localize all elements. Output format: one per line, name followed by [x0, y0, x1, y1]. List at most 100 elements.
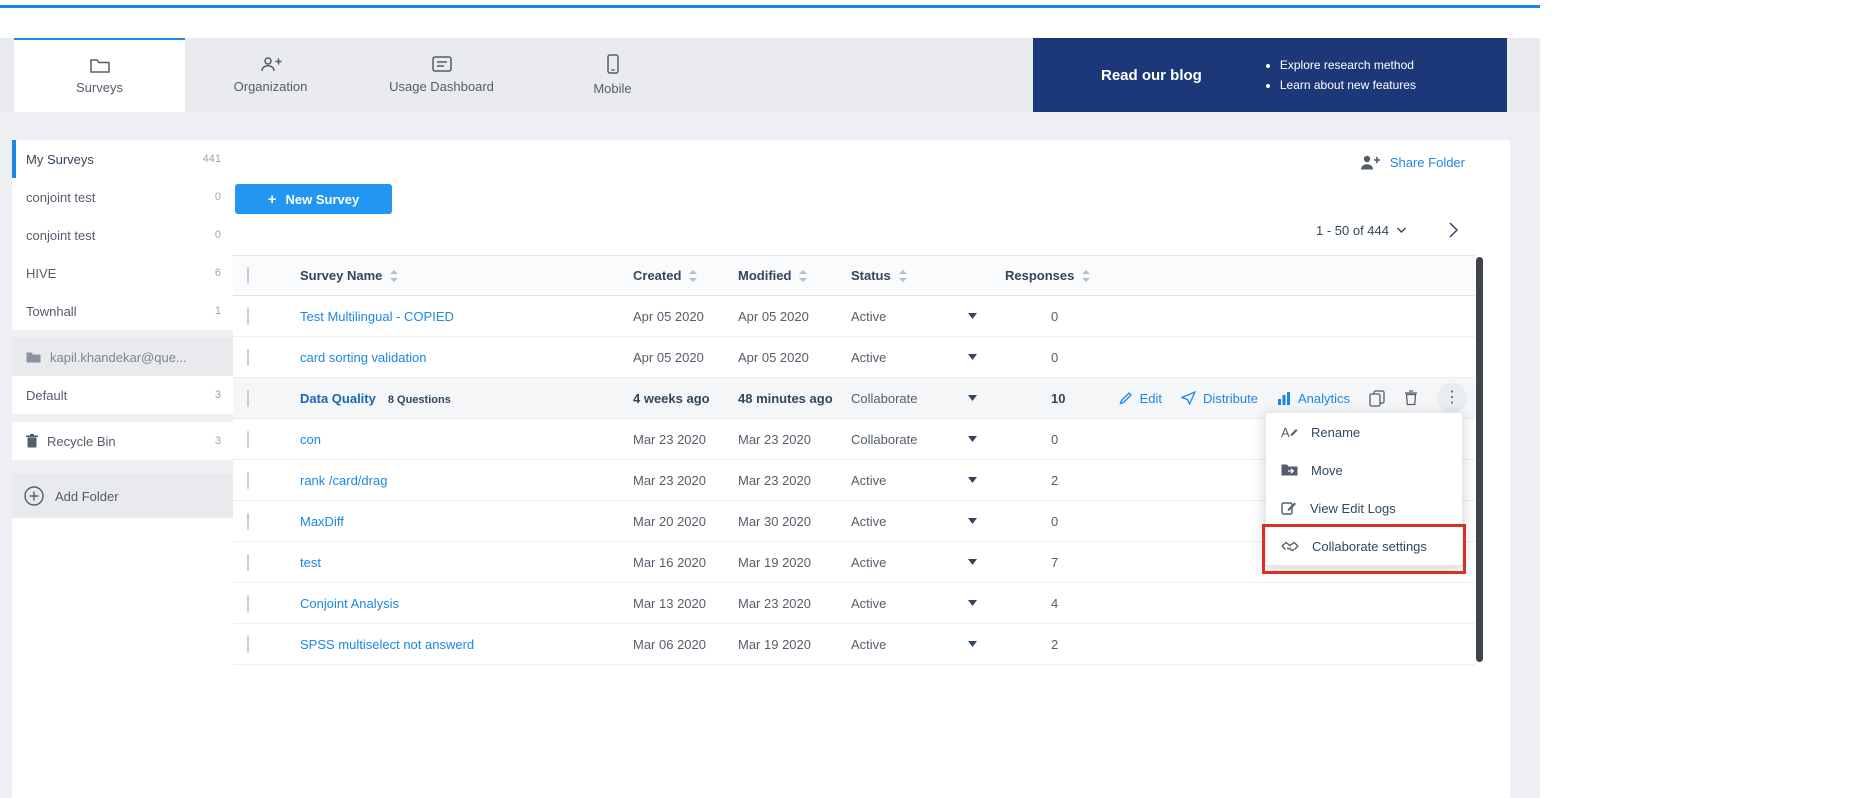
tab-mobile[interactable]: Mobile: [527, 38, 698, 112]
status-dropdown[interactable]: Active: [851, 350, 1005, 365]
survey-name-link[interactable]: SPSS multiselect not answerd: [300, 637, 474, 652]
new-survey-button[interactable]: + New Survey: [235, 184, 392, 214]
more-options-button[interactable]: ⋮: [1437, 383, 1467, 413]
handshake-icon: [1281, 540, 1299, 553]
responses-cell: 7: [1005, 555, 1115, 570]
status-dropdown[interactable]: Active: [851, 596, 1005, 611]
pagination: 1 - 50 of 444: [1316, 218, 1462, 242]
blog-banner[interactable]: Read our blog Explore research method Le…: [1033, 38, 1507, 112]
survey-name-link[interactable]: MaxDiff: [300, 514, 344, 529]
modified-cell: Apr 05 2020: [738, 309, 851, 324]
delete-survey-button[interactable]: [1404, 390, 1418, 406]
add-folder-button[interactable]: Add Folder: [12, 474, 233, 518]
header-status[interactable]: Status: [851, 268, 1005, 283]
table-row: SPSS multiselect not answerd Mar 06 2020…: [233, 624, 1475, 665]
status-label: Active: [851, 309, 886, 324]
responses-cell: 2: [1005, 473, 1115, 488]
menu-item-collaborate-settings[interactable]: Collaborate settings: [1266, 527, 1462, 565]
modified-cell: Mar 19 2020: [738, 637, 851, 652]
modified-cell: Mar 23 2020: [738, 596, 851, 611]
sidebar-item-my-surveys[interactable]: My Surveys 441: [12, 140, 233, 178]
menu-item-label: Rename: [1311, 425, 1360, 440]
pagination-range-dropdown[interactable]: 1 - 50 of 444: [1316, 223, 1406, 238]
edit-logs-icon: [1281, 500, 1297, 516]
next-page-button[interactable]: [1444, 218, 1462, 242]
header-modified[interactable]: Modified: [738, 268, 851, 283]
header-survey-name[interactable]: Survey Name: [300, 268, 633, 283]
row-checkbox[interactable]: [247, 431, 249, 448]
vertical-dots-icon: ⋮: [1444, 389, 1460, 406]
folder-icon: [26, 351, 41, 363]
folder-label: My Surveys: [26, 152, 194, 167]
select-all-checkbox[interactable]: [247, 267, 249, 284]
folder-label: Townhall: [26, 304, 206, 319]
sidebar-item-recycle-bin[interactable]: Recycle Bin 3: [12, 422, 233, 460]
row-checkbox[interactable]: [247, 308, 249, 325]
folder-count: 0: [215, 191, 221, 203]
blog-banner-title[interactable]: Read our blog: [1101, 67, 1202, 84]
header-responses[interactable]: Responses: [1005, 268, 1115, 283]
sidebar-item-conjoint-test-2[interactable]: conjoint test 0: [12, 216, 233, 254]
caret-down-icon: [968, 313, 977, 319]
distribute-button[interactable]: Distribute: [1181, 391, 1258, 406]
copy-survey-button[interactable]: [1369, 390, 1385, 407]
pencil-icon: [1119, 391, 1133, 405]
status-dropdown[interactable]: Active: [851, 473, 1005, 488]
main-nav-bar: Surveys Organization Usage Dashboard: [0, 38, 1540, 112]
row-checkbox[interactable]: [247, 472, 249, 489]
row-checkbox[interactable]: [247, 349, 249, 366]
status-dropdown[interactable]: Active: [851, 514, 1005, 529]
row-checkbox[interactable]: [247, 513, 249, 530]
survey-name-link[interactable]: card sorting validation: [300, 350, 426, 365]
status-label: Active: [851, 596, 886, 611]
sort-icon: [799, 270, 807, 282]
table-scrollbar[interactable]: [1476, 257, 1483, 662]
analytics-button[interactable]: Analytics: [1277, 391, 1350, 406]
row-checkbox[interactable]: [247, 390, 249, 407]
header-label: Modified: [738, 268, 791, 283]
status-label: Active: [851, 555, 886, 570]
analytics-label: Analytics: [1298, 391, 1350, 406]
sidebar-item-shared-account[interactable]: kapil.khandekar@que...: [12, 338, 233, 376]
row-checkbox[interactable]: [247, 595, 249, 612]
created-cell: Mar 23 2020: [633, 473, 738, 488]
share-folder-button[interactable]: Share Folder: [1359, 155, 1465, 170]
status-dropdown[interactable]: Active: [851, 555, 1005, 570]
header-label: Created: [633, 268, 681, 283]
caret-down-icon: [968, 354, 977, 360]
row-checkbox[interactable]: [247, 636, 249, 653]
menu-item-move[interactable]: Move: [1266, 451, 1462, 489]
menu-item-view-edit-logs[interactable]: View Edit Logs: [1266, 489, 1462, 527]
status-dropdown[interactable]: Collaborate: [851, 391, 1005, 406]
survey-name-link[interactable]: test: [300, 555, 321, 570]
tab-usage-dashboard[interactable]: Usage Dashboard: [356, 38, 527, 112]
caret-down-icon: [968, 477, 977, 483]
table-row: Test Multilingual - COPIED Apr 05 2020 A…: [233, 296, 1475, 337]
add-folder-label: Add Folder: [55, 489, 119, 504]
row-checkbox[interactable]: [247, 554, 249, 571]
folder-count: 3: [215, 435, 221, 447]
sidebar-item-default[interactable]: Default 3: [12, 376, 233, 414]
status-dropdown[interactable]: Active: [851, 309, 1005, 324]
tab-surveys[interactable]: Surveys: [14, 38, 185, 112]
caret-down-icon: [968, 436, 977, 442]
status-dropdown[interactable]: Active: [851, 637, 1005, 652]
sidebar-item-hive[interactable]: HIVE 6: [12, 254, 233, 292]
menu-item-rename[interactable]: A Rename: [1266, 413, 1462, 451]
survey-name-link[interactable]: con: [300, 432, 321, 447]
sidebar-item-conjoint-test-1[interactable]: conjoint test 0: [12, 178, 233, 216]
survey-name-link[interactable]: rank /card/drag: [300, 473, 387, 488]
top-accent-line: [0, 5, 1540, 8]
table-row: card sorting validation Apr 05 2020 Apr …: [233, 337, 1475, 378]
survey-name-link[interactable]: Data Quality: [300, 391, 376, 406]
status-dropdown[interactable]: Collaborate: [851, 432, 1005, 447]
sidebar-item-townhall[interactable]: Townhall 1: [12, 292, 233, 330]
page: Surveys Organization Usage Dashboard: [0, 0, 1861, 798]
edit-button[interactable]: Edit: [1119, 391, 1162, 406]
rename-icon: A: [1281, 424, 1298, 440]
header-created[interactable]: Created: [633, 268, 738, 283]
tab-organization[interactable]: Organization: [185, 38, 356, 112]
survey-name-link[interactable]: Test Multilingual - COPIED: [300, 309, 454, 324]
survey-name-link[interactable]: Conjoint Analysis: [300, 596, 399, 611]
pagination-range-label: 1 - 50 of 444: [1316, 223, 1389, 238]
